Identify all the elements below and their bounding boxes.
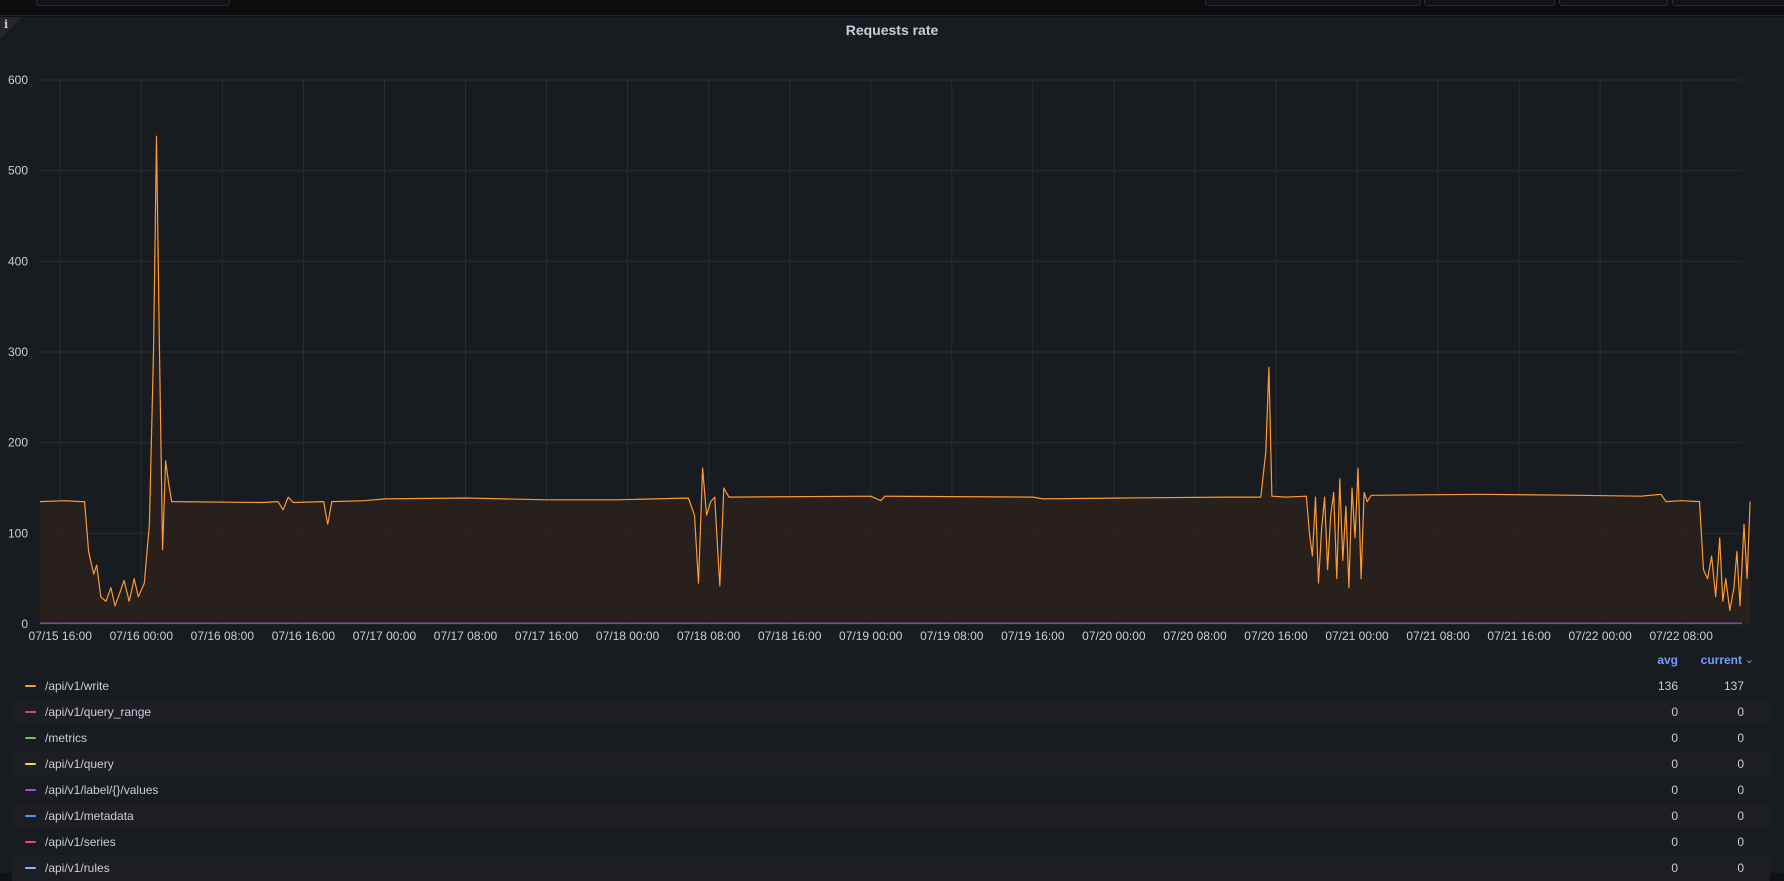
toolbar-button-edge[interactable] xyxy=(1205,0,1421,6)
y-tick-label: 600 xyxy=(8,73,28,87)
legend-item[interactable]: /api/v1/metadata 0 0 xyxy=(12,803,1770,829)
x-tick-label: 07/18 00:00 xyxy=(596,629,660,643)
dashboard-toolbar xyxy=(0,0,1784,16)
legend-item[interactable]: /api/v1/label/{}/values 0 0 xyxy=(12,777,1770,803)
legend-header: avg current ⌄ xyxy=(12,651,1770,673)
legend-item-avg: 0 xyxy=(1671,757,1678,771)
y-tick-label: 500 xyxy=(8,164,28,178)
series-color-swatch[interactable] xyxy=(25,737,36,739)
legend-item[interactable]: /api/v1/query_range 0 0 xyxy=(12,699,1770,725)
x-tick-label: 07/17 16:00 xyxy=(515,629,579,643)
legend-item[interactable]: /api/v1/series 0 0 xyxy=(12,829,1770,855)
legend-item-label[interactable]: /api/v1/series xyxy=(45,829,116,855)
legend-item-avg: 0 xyxy=(1671,861,1678,875)
legend-item-avg: 136 xyxy=(1657,679,1678,693)
toolbar-button-edge[interactable] xyxy=(1672,0,1784,6)
x-tick-label: 07/16 16:00 xyxy=(272,629,336,643)
legend-item-current: 0 xyxy=(1737,809,1744,823)
legend-item-label[interactable]: /api/v1/metadata xyxy=(45,803,134,829)
series-color-swatch[interactable] xyxy=(25,815,36,817)
series-color-swatch[interactable] xyxy=(25,763,36,765)
x-tick-label: 07/21 00:00 xyxy=(1325,629,1389,643)
series-color-swatch[interactable] xyxy=(25,841,36,843)
x-tick-label: 07/20 16:00 xyxy=(1244,629,1308,643)
legend-item[interactable]: /metrics 0 0 xyxy=(12,725,1770,751)
y-tick-label: 200 xyxy=(8,436,28,450)
x-tick-label: 07/17 08:00 xyxy=(434,629,498,643)
legend-item-current: 0 xyxy=(1737,861,1744,875)
legend-item-current: 0 xyxy=(1737,705,1744,719)
x-tick-label: 07/15 16:00 xyxy=(29,629,93,643)
series-color-swatch[interactable] xyxy=(25,789,36,791)
y-tick-label: 0 xyxy=(21,617,28,631)
x-tick-label: 07/16 08:00 xyxy=(191,629,255,643)
requests-rate-chart[interactable]: 0 100 200 300 400 500 600 07/15 16:00 07/16 00:0… xyxy=(0,34,1784,644)
legend-item-label[interactable]: /metrics xyxy=(45,725,87,751)
x-tick-label: 07/22 00:00 xyxy=(1568,629,1632,643)
legend-item-current: 137 xyxy=(1723,679,1744,693)
toolbar-input-edge[interactable] xyxy=(36,0,230,6)
legend-item-current: 0 xyxy=(1737,835,1744,849)
series-area xyxy=(40,136,1751,624)
series-color-swatch[interactable] xyxy=(25,711,36,713)
toolbar-button-edge[interactable] xyxy=(1559,0,1668,6)
x-tick-label: 07/19 16:00 xyxy=(1001,629,1065,643)
x-tick-label: 07/18 16:00 xyxy=(758,629,822,643)
x-tick-label: 07/20 00:00 xyxy=(1082,629,1146,643)
legend-item-current: 0 xyxy=(1737,757,1744,771)
legend-item-label[interactable]: /api/v1/write xyxy=(45,673,109,699)
legend-item-label[interactable]: /api/v1/rules xyxy=(45,855,110,881)
chevron-down-icon[interactable]: ⌄ xyxy=(1745,653,1754,666)
y-tick-label: 400 xyxy=(8,254,28,268)
legend-item[interactable]: /api/v1/query 0 0 xyxy=(12,751,1770,777)
legend-item-avg: 0 xyxy=(1671,731,1678,745)
series-color-swatch[interactable] xyxy=(25,867,36,869)
legend-item-avg: 0 xyxy=(1671,705,1678,719)
y-tick-label: 100 xyxy=(8,526,28,540)
x-tick-label: 07/22 08:00 xyxy=(1650,629,1714,643)
x-tick-label: 07/18 08:00 xyxy=(677,629,741,643)
legend-item-current: 0 xyxy=(1737,783,1744,797)
y-tick-label: 300 xyxy=(8,345,28,359)
toolbar-button-edge[interactable] xyxy=(1424,0,1555,6)
graph-panel: i Requests rate 0 100 200 300 400 500 600 07/15… xyxy=(0,17,1784,881)
legend: avg current ⌄ /api/v1/write 136 137/api/v1… xyxy=(12,651,1770,881)
x-tick-label: 07/17 00:00 xyxy=(353,629,417,643)
legend-item-avg: 0 xyxy=(1671,809,1678,823)
legend-item[interactable]: /api/v1/write 136 137 xyxy=(12,673,1770,699)
x-tick-label: 07/21 08:00 xyxy=(1406,629,1470,643)
x-tick-label: 07/19 08:00 xyxy=(920,629,984,643)
legend-current-header[interactable]: current xyxy=(1701,653,1742,667)
x-tick-label: 07/20 08:00 xyxy=(1163,629,1227,643)
legend-rows: /api/v1/write 136 137/api/v1/query_range 0 0… xyxy=(12,673,1770,881)
legend-item-avg: 0 xyxy=(1671,835,1678,849)
legend-avg-header[interactable]: avg xyxy=(1657,653,1678,667)
legend-item[interactable]: /api/v1/rules 0 0 xyxy=(12,855,1770,881)
legend-item-current: 0 xyxy=(1737,731,1744,745)
legend-item-avg: 0 xyxy=(1671,783,1678,797)
legend-item-label[interactable]: /api/v1/query_range xyxy=(45,699,151,725)
legend-item-label[interactable]: /api/v1/query xyxy=(45,751,114,777)
legend-item-label[interactable]: /api/v1/label/{}/values xyxy=(45,777,158,803)
x-tick-label: 07/21 16:00 xyxy=(1487,629,1551,643)
series-color-swatch[interactable] xyxy=(25,685,36,687)
x-tick-label: 07/19 00:00 xyxy=(839,629,903,643)
x-tick-label: 07/16 00:00 xyxy=(110,629,174,643)
